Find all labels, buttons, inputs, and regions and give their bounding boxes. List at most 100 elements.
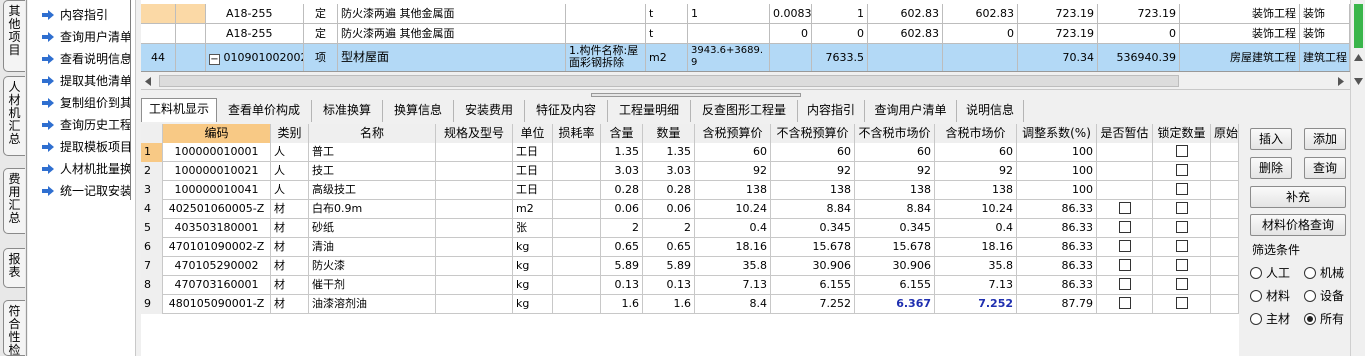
lock-qty[interactable]: [1153, 181, 1211, 200]
tab-reverse-graphic-quantity[interactable]: 反查图形工程量: [691, 100, 798, 122]
lock-qty[interactable]: [1153, 276, 1211, 295]
tab-conversion-info[interactable]: 换算信息: [383, 100, 454, 122]
menu-item-unified-install[interactable]: 统一记取安装: [42, 181, 132, 201]
tab-quantity-detail[interactable]: 工程量明细: [608, 100, 691, 122]
lock-qty[interactable]: [1153, 295, 1211, 314]
left-menu-scrollbar[interactable]: [130, 0, 135, 200]
table-row[interactable]: 4 402501060005-Z 材白布0.9m m2 0.06 0.06 10.24 8.8…: [141, 200, 1239, 219]
col-quantity[interactable]: 数量: [643, 124, 695, 143]
scroll-right-icon[interactable]: [1337, 77, 1345, 86]
table-row[interactable]: 5 403503180001 材砂纸张 2 2 0.4 0.345 0.345 0.4 86.33: [141, 219, 1239, 238]
supplement-button[interactable]: 补充: [1250, 186, 1346, 208]
is-estimate[interactable]: [1097, 162, 1153, 181]
filter-radio-material[interactable]: 材料: [1250, 289, 1290, 303]
menu-item-query-user-list[interactable]: 查询用户清单: [42, 27, 132, 47]
tab-labor-material-display[interactable]: 工料机显示: [141, 98, 217, 122]
panel-splitter[interactable]: [591, 93, 801, 97]
table-row[interactable]: 9 480105090001-Z 材油漆溶剂油 kg 1.6 1.6 8.4 7.252 6.3…: [141, 295, 1239, 314]
hscroll-thumb[interactable]: [159, 75, 1179, 87]
col-type[interactable]: 类别: [271, 124, 309, 143]
tab-query-user-list[interactable]: 查询用户清单: [865, 100, 957, 122]
vtab-fee-summary[interactable]: 费用汇总: [3, 168, 25, 234]
checkbox[interactable]: [1175, 202, 1188, 214]
filter-radio-labor[interactable]: 人工: [1250, 266, 1290, 280]
is-estimate[interactable]: [1097, 181, 1153, 200]
checkbox[interactable]: [1175, 164, 1188, 176]
scroll-down-icon[interactable]: [1354, 78, 1363, 85]
filter-radio-main-material[interactable]: 主材: [1250, 312, 1290, 326]
menu-item-extract-template[interactable]: 提取模板项目: [42, 137, 132, 157]
tab-content-guide[interactable]: 内容指引: [798, 100, 865, 122]
tab-install-fee[interactable]: 安装费用: [454, 100, 525, 122]
menu-item-batch-replace[interactable]: 人材机批量换: [42, 159, 132, 179]
filter-radio-all[interactable]: 所有: [1304, 312, 1344, 326]
tab-standard-conversion[interactable]: 标准换算: [312, 100, 383, 122]
table-row[interactable]: 2 100000010021 人技工 工日 3.03 3.03 92 92 92 92 100: [141, 162, 1239, 181]
menu-item-content-guide[interactable]: 内容指引: [42, 5, 108, 25]
table-row[interactable]: A18-255 定 防火漆两遍 其他金属面 t 0 0 602.83 0 723…: [141, 24, 1350, 44]
checkbox[interactable]: [1118, 240, 1131, 252]
checkbox[interactable]: [1175, 297, 1188, 309]
table-row[interactable]: 1 100000010001 人普工 工日 1.35 1.35 60 60 60 60 100: [141, 143, 1239, 162]
checkbox[interactable]: [1175, 259, 1188, 271]
insert-button[interactable]: 插入: [1250, 128, 1292, 150]
table-row[interactable]: 8 470703160001 材催干剂 kg 0.13 0.13 7.13 6.155 6.15…: [141, 276, 1239, 295]
menu-item-view-description[interactable]: 查看说明信息: [42, 49, 132, 69]
col-unit[interactable]: 单位: [513, 124, 553, 143]
right-vscrollbar[interactable]: [1350, 0, 1365, 356]
col-loss-rate[interactable]: 损耗率: [553, 124, 601, 143]
table-row[interactable]: 7 470105290002 材防火漆 kg 5.89 5.89 35.8 30.906 30.…: [141, 257, 1239, 276]
lock-qty[interactable]: [1153, 200, 1211, 219]
menu-item-extract-other-list[interactable]: 提取其他清单: [42, 71, 132, 91]
is-estimate[interactable]: [1097, 143, 1153, 162]
col-tax-budget-price[interactable]: 含税预算价: [695, 124, 771, 143]
checkbox[interactable]: [1175, 183, 1188, 195]
col-notax-market-price[interactable]: 不含税市场价: [855, 124, 935, 143]
checkbox[interactable]: [1118, 297, 1131, 309]
vtab-compliance-check[interactable]: 符合性检: [3, 300, 25, 356]
table-row[interactable]: 6 470101090002-Z 材清油 kg 0.65 0.65 18.16 15.678 1…: [141, 238, 1239, 257]
vtab-labor-material-summary[interactable]: 人材机汇总: [3, 76, 25, 156]
menu-item-copy-pricing[interactable]: 复制组价到其: [42, 93, 132, 113]
lock-qty[interactable]: [1153, 219, 1211, 238]
table-row-selected[interactable]: 44 − 010901002002 项 型材屋面 1.构件名称:屋面彩钢拆除 m…: [141, 44, 1350, 71]
material-price-query-button[interactable]: 材料价格查询: [1250, 214, 1346, 236]
collapse-icon[interactable]: −: [209, 54, 220, 65]
col-content[interactable]: 含量: [601, 124, 643, 143]
filter-radio-equipment[interactable]: 设备: [1304, 289, 1344, 303]
menu-item-query-history[interactable]: 查询历史工程: [42, 115, 132, 135]
lock-qty[interactable]: [1153, 257, 1211, 276]
col-name[interactable]: 名称: [309, 124, 436, 143]
col-original[interactable]: 原始: [1211, 124, 1239, 143]
scroll-left-icon[interactable]: [144, 77, 152, 86]
col-adjust-factor[interactable]: 调整系数(%): [1017, 124, 1097, 143]
is-estimate[interactable]: [1097, 276, 1153, 295]
checkbox[interactable]: [1175, 221, 1188, 233]
table-row[interactable]: A18-255 定 防火漆两遍 其他金属面 t 1 0.0083 1 602.8…: [141, 4, 1350, 24]
checkbox[interactable]: [1118, 221, 1131, 233]
scroll-up-icon[interactable]: [1354, 54, 1363, 61]
checkbox[interactable]: [1118, 202, 1131, 214]
add-button[interactable]: 添加: [1304, 128, 1346, 150]
vtab-reports[interactable]: 报表: [3, 248, 25, 288]
checkbox[interactable]: [1118, 278, 1131, 290]
filter-radio-machine[interactable]: 机械: [1304, 266, 1344, 280]
col-is-estimate[interactable]: 是否暂估: [1097, 124, 1153, 143]
col-spec[interactable]: 规格及型号: [436, 124, 513, 143]
is-estimate[interactable]: [1097, 219, 1153, 238]
is-estimate[interactable]: [1097, 200, 1153, 219]
lock-qty[interactable]: [1153, 238, 1211, 257]
query-button[interactable]: 查询: [1304, 157, 1346, 179]
is-estimate[interactable]: [1097, 257, 1153, 276]
lock-qty[interactable]: [1153, 143, 1211, 162]
scroll-thumb[interactable]: [1354, 4, 1363, 48]
tab-unit-price-composition[interactable]: 查看单价构成: [217, 100, 312, 122]
col-tax-market-price[interactable]: 含税市场价: [935, 124, 1017, 143]
col-notax-budget-price[interactable]: 不含税预算价: [771, 124, 855, 143]
top-grid-hscrollbar[interactable]: [141, 73, 1350, 90]
checkbox[interactable]: [1175, 145, 1188, 157]
lock-qty[interactable]: [1153, 162, 1211, 181]
tab-description[interactable]: 说明信息: [957, 100, 1024, 122]
delete-button[interactable]: 删除: [1250, 157, 1292, 179]
checkbox[interactable]: [1175, 278, 1188, 290]
